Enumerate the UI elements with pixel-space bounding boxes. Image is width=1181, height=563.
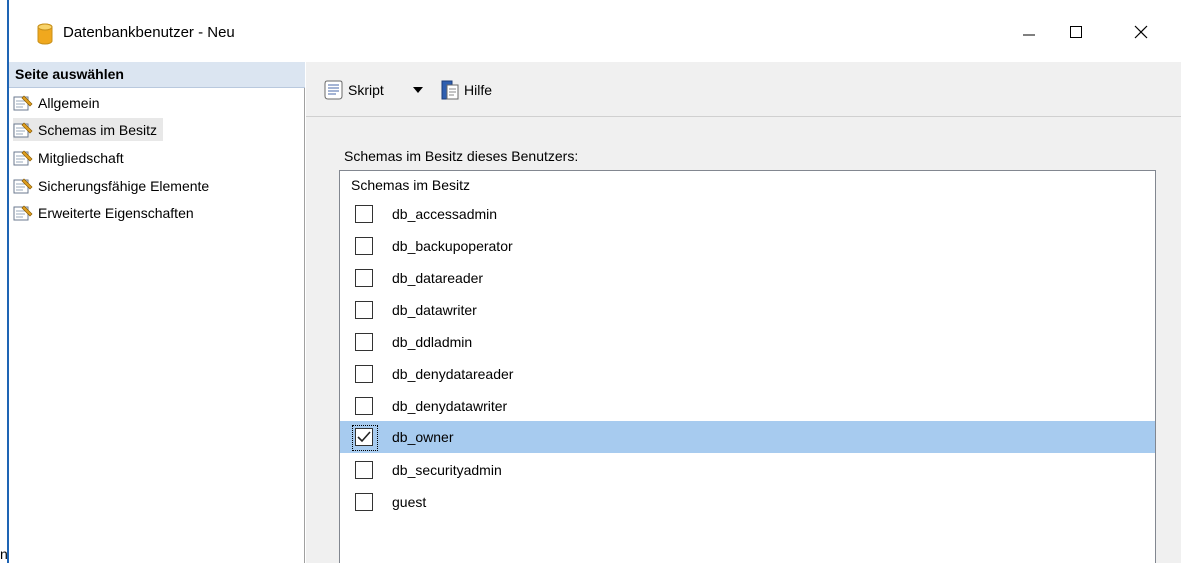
schema-row-db-owner[interactable]: db_owner	[340, 421, 1155, 453]
nav-item-mitgliedschaft[interactable]: Mitgliedschaft	[13, 146, 130, 169]
title-bar[interactable]: Datenbankbenutzer - Neu	[9, 0, 1181, 62]
schema-checkbox[interactable]	[355, 493, 373, 511]
page-icon	[13, 122, 33, 137]
maximize-button[interactable]	[1053, 14, 1099, 50]
maximize-icon	[1070, 26, 1082, 38]
page-icon	[13, 178, 33, 193]
schema-checkbox[interactable]	[355, 205, 373, 223]
minimize-icon	[1023, 34, 1035, 36]
schema-row-db-denydatawriter[interactable]: db_denydatawriter	[340, 390, 1155, 422]
owned-schemas-list[interactable]: Schemas im Besitz db_accessadmin db_back…	[339, 170, 1156, 563]
minimize-button[interactable]	[1006, 14, 1052, 50]
section-label: Schemas im Besitz dieses Benutzers:	[344, 148, 579, 164]
page-icon	[13, 205, 33, 220]
schema-label: db_accessadmin	[392, 206, 498, 222]
page-icon	[13, 150, 33, 165]
schema-row-db-ddladmin[interactable]: db_ddladmin	[340, 326, 1155, 358]
corner-text: n	[0, 546, 8, 562]
page-icon	[13, 95, 33, 110]
nav-item-schemas-im-besitz[interactable]: Schemas im Besitz	[13, 118, 164, 141]
schema-checkbox[interactable]	[355, 397, 373, 415]
schema-label: db_datawriter	[392, 302, 477, 318]
schema-row-db-datawriter[interactable]: db_datawriter	[340, 294, 1155, 326]
schema-label: db_ddladmin	[392, 334, 473, 350]
schema-label: db_denydatareader	[392, 366, 514, 382]
schema-label: db_securityadmin	[392, 462, 502, 478]
window-title: Datenbankbenutzer - Neu	[63, 24, 235, 41]
help-label: Hilfe	[464, 82, 493, 98]
close-icon	[1134, 25, 1148, 39]
schemas-page: Skript Hilfe Schemas im Besitz dieses Be…	[306, 62, 1181, 563]
schema-label: db_owner	[392, 429, 454, 445]
nav-item-sicherungsfaehige-elemente[interactable]: Sicherungsfähige Elemente	[13, 174, 215, 197]
schema-checkbox[interactable]	[355, 461, 373, 479]
checkmark-icon	[357, 431, 371, 443]
content-area: Schemas im Besitz dieses Benutzers: Sche…	[306, 118, 1181, 563]
nav-label: Schemas im Besitz	[38, 121, 158, 138]
page-selector-title: Seite auswählen	[15, 66, 124, 82]
nav-label: Sicherungsfähige Elemente	[38, 177, 210, 194]
schema-row-guest[interactable]: guest	[340, 486, 1155, 518]
page-selector-header: Seite auswählen	[9, 62, 305, 88]
script-button[interactable]: Skript	[322, 78, 384, 102]
schema-label: db_backupoperator	[392, 238, 513, 254]
chevron-down-icon	[413, 87, 423, 93]
schema-checkbox[interactable]	[355, 301, 373, 319]
nav-item-erweiterte-eigenschaften[interactable]: Erweiterte Eigenschaften	[13, 201, 200, 224]
help-button[interactable]: Hilfe	[439, 78, 492, 102]
script-dropdown[interactable]	[410, 78, 426, 102]
page-selector-pane: Seite auswählen Allgemein Schemas im Bes…	[9, 62, 305, 563]
schema-row-db-securityadmin[interactable]: db_securityadmin	[340, 454, 1155, 486]
nav-item-allgemein[interactable]: Allgemein	[13, 91, 105, 114]
nav-label: Allgemein	[38, 94, 100, 111]
database-icon	[37, 23, 53, 45]
nav-label: Erweiterte Eigenschaften	[38, 204, 194, 221]
schema-label: guest	[392, 494, 427, 510]
list-column-header: Schemas im Besitz	[351, 177, 471, 193]
close-button[interactable]	[1118, 14, 1164, 50]
schema-row-db-accessadmin[interactable]: db_accessadmin	[340, 198, 1155, 230]
schema-row-db-datareader[interactable]: db_datareader	[340, 262, 1155, 294]
help-icon	[441, 80, 459, 100]
nav-label: Mitgliedschaft	[38, 149, 124, 166]
script-label: Skript	[348, 82, 384, 98]
schema-checkbox[interactable]	[355, 269, 373, 287]
toolbar: Skript Hilfe	[306, 62, 1181, 117]
schema-checkbox[interactable]	[355, 333, 373, 351]
schema-row-db-backupoperator[interactable]: db_backupoperator	[340, 230, 1155, 262]
schema-checkbox[interactable]	[355, 237, 373, 255]
schema-label: db_denydatawriter	[392, 398, 508, 414]
schema-row-db-denydatareader[interactable]: db_denydatareader	[340, 358, 1155, 390]
script-icon	[324, 80, 343, 100]
schema-checkbox[interactable]	[355, 365, 373, 383]
schema-label: db_datareader	[392, 270, 484, 286]
schema-checkbox[interactable]	[352, 425, 378, 451]
